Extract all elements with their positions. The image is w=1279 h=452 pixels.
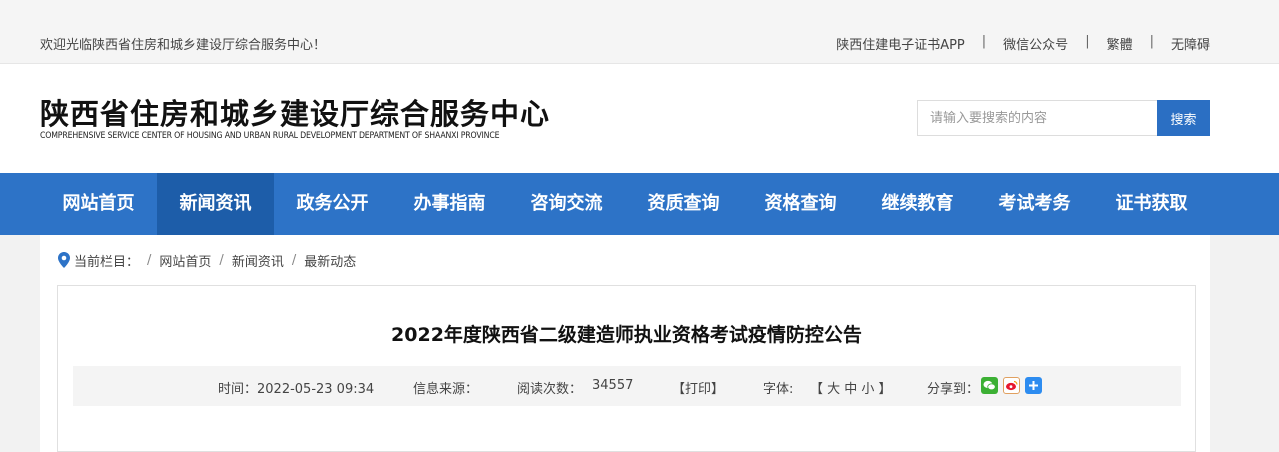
nav-item-exams[interactable]: 考试考务 (976, 173, 1093, 235)
breadcrumb-separator: / (219, 252, 224, 268)
article-panel: 2022年度陕西省二级建造师执业资格考试疫情防控公告 时间：2022-05-23… (57, 285, 1196, 452)
nav-item-government-affairs[interactable]: 政务公开 (274, 173, 391, 235)
breadcrumb-latest[interactable]: 最新动态 (304, 251, 356, 270)
nav-item-eligibility-query[interactable]: 资格查询 (742, 173, 859, 235)
info-source: 信息来源： (413, 382, 479, 397)
print-button[interactable]: 【打印】 (672, 378, 724, 397)
wechat-link[interactable]: 微信公众号 (1003, 34, 1068, 53)
accessibility-link[interactable]: 无障碍 (1171, 34, 1210, 53)
views-count: 34557 (592, 378, 634, 393)
nav-item-guide[interactable]: 办事指南 (391, 173, 508, 235)
nav-item-continuing-education[interactable]: 继续教育 (859, 173, 976, 235)
separator: | (1085, 34, 1090, 49)
breadcrumb-news[interactable]: 新闻资讯 (232, 251, 284, 270)
weibo-share-icon[interactable] (1003, 377, 1020, 394)
nav-item-qualification-query[interactable]: 资质查询 (625, 173, 742, 235)
breadcrumb: 当前栏目： / 网站首页 / 新闻资讯 / 最新动态 (40, 235, 1210, 285)
top-bar: 欢迎光临陕西省住房和城乡建设厅综合服务中心！ 陕西住建电子证书APP | 微信公… (0, 0, 1279, 64)
nav-item-home[interactable]: 网站首页 (40, 173, 157, 235)
breadcrumb-separator: / (147, 252, 152, 268)
app-link[interactable]: 陕西住建电子证书APP (836, 34, 965, 53)
nav-item-certificates[interactable]: 证书获取 (1093, 173, 1210, 235)
search-box: 搜索 (917, 100, 1210, 136)
wechat-share-icon[interactable] (981, 377, 998, 394)
share-icons (981, 377, 1042, 394)
site-subtitle: COMPREHENSIVE SERVICE CENTER OF HOUSING … (40, 131, 500, 141)
breadcrumb-home[interactable]: 网站首页 (159, 251, 211, 270)
separator: | (981, 34, 987, 49)
separator: | (1149, 34, 1154, 49)
share-label: 分享到： (927, 382, 980, 397)
search-input[interactable] (917, 100, 1157, 136)
site-title[interactable]: 陕西省住房和城乡建设厅综合服务中心 (40, 91, 550, 133)
article-meta: 时间：2022-05-23 09:34 信息来源： 阅读次数： 34557 【打… (73, 366, 1181, 406)
location-pin-icon (58, 252, 70, 268)
breadcrumb-separator: / (291, 252, 297, 268)
search-button[interactable]: 搜索 (1157, 100, 1210, 136)
nav-item-consultation[interactable]: 咨询交流 (508, 173, 625, 235)
main-nav: 网站首页 新闻资讯 政务公开 办事指南 咨询交流 资质查询 资格查询 继续教育 … (0, 173, 1279, 235)
header: 陕西省住房和城乡建设厅综合服务中心 COMPREHENSIVE SERVICE … (0, 64, 1279, 173)
more-share-icon[interactable] (1025, 377, 1042, 394)
views-label: 阅读次数： (517, 382, 583, 397)
traditional-chinese-link[interactable]: 繁體 (1107, 34, 1133, 53)
welcome-text: 欢迎光临陕西省住房和城乡建设厅综合服务中心！ (40, 38, 327, 53)
article-title: 2022年度陕西省二级建造师执业资格考试疫情防控公告 (391, 324, 862, 346)
font-size-label: 字体: (763, 382, 794, 397)
top-links: 陕西住建电子证书APP | 微信公众号 | 繁體 | 无障碍 (836, 34, 1210, 53)
publish-time: 时间：2022-05-23 09:34 (218, 382, 375, 397)
nav-item-news[interactable]: 新闻资讯 (157, 173, 274, 235)
breadcrumb-label: 当前栏目： (74, 254, 140, 270)
font-size-options[interactable]: 【 大 中 小 】 (810, 378, 892, 397)
